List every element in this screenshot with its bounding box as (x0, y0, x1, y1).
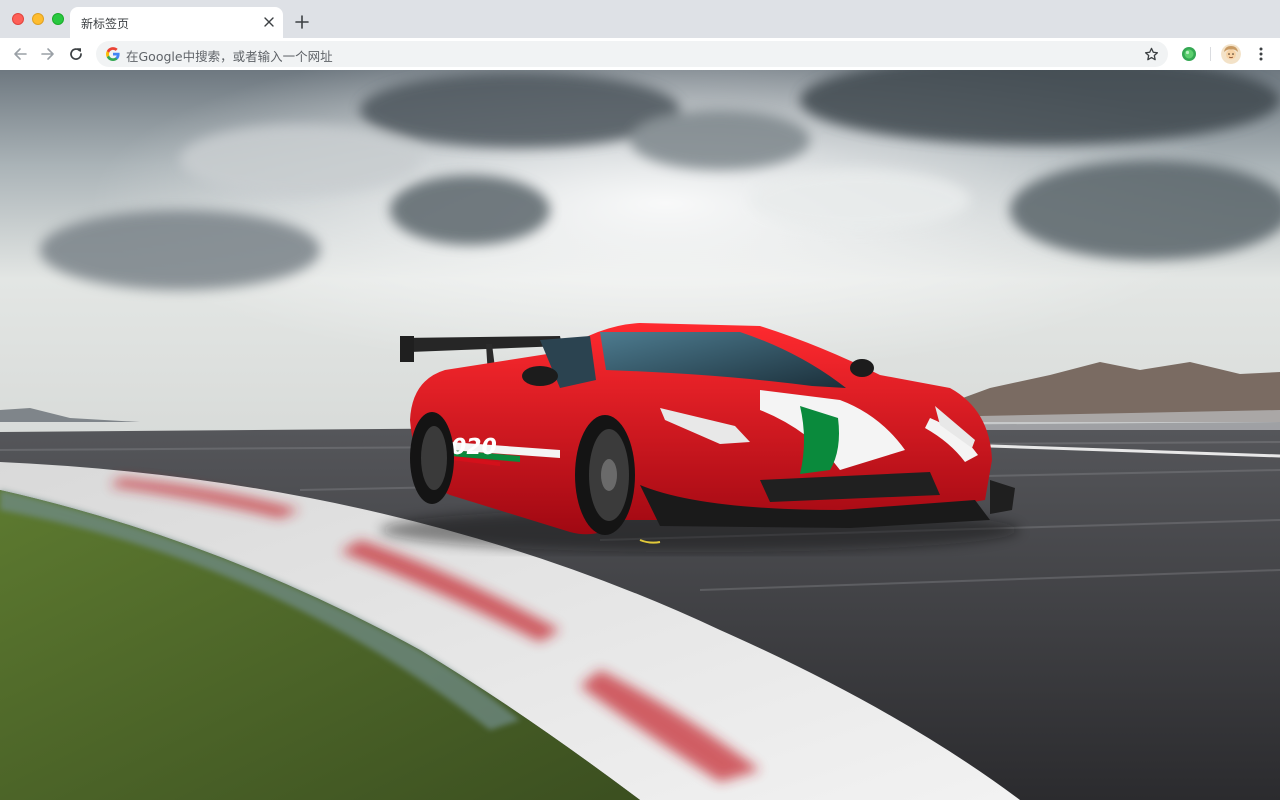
race-car-wallpaper-image: 2020 (0, 70, 1280, 800)
google-icon (105, 46, 121, 62)
reload-icon[interactable] (65, 43, 87, 65)
extension-icon[interactable] (1181, 46, 1197, 62)
tab-title: 新标签页 (81, 17, 130, 31)
plus-icon[interactable] (292, 12, 312, 32)
address-bar[interactable]: 在Google中搜索，或者输入一个网址 (96, 41, 1168, 67)
kebab-menu-icon[interactable] (1251, 44, 1271, 64)
new-tab-wallpaper: 2020 (0, 70, 1280, 800)
window-minimize-button[interactable] (32, 13, 44, 25)
tab-strip: 新标签页 (0, 0, 1280, 38)
avatar[interactable] (1221, 44, 1241, 64)
omnibox-placeholder: 在Google中搜索，或者输入一个网址 (126, 49, 333, 64)
tab-new-tab[interactable]: 新标签页 (70, 7, 283, 38)
window-maximize-button[interactable] (52, 13, 64, 25)
close-icon[interactable] (261, 14, 277, 30)
toolbar-divider (1210, 47, 1211, 61)
arrow-left-icon[interactable] (9, 43, 31, 65)
star-icon[interactable] (1141, 44, 1161, 64)
window-close-button[interactable] (12, 13, 24, 25)
arrow-right-icon[interactable] (37, 43, 59, 65)
toolbar: 在Google中搜索，或者输入一个网址 (0, 38, 1280, 70)
